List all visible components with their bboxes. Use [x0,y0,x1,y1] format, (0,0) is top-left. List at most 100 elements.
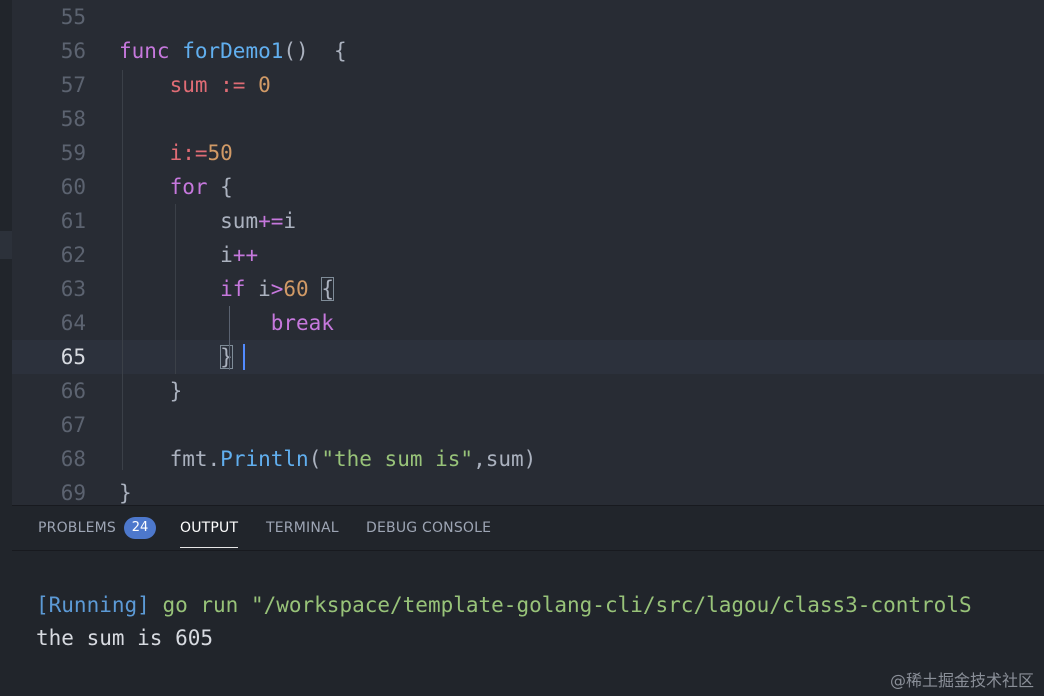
problems-count-badge: 24 [124,517,156,539]
line-number: 61 [60,209,86,233]
code-line[interactable]: 61 sum+=i [12,204,1044,238]
indent-guide [229,306,230,370]
line-number: 67 [60,413,86,437]
code-line[interactable]: 59 i:=50 [12,136,1044,170]
line-number: 63 [60,277,86,301]
code-token: sum [169,73,208,97]
output-result-line: the sum is 605 [36,626,214,650]
bottom-panel: PROBLEMS 24 OUTPUT TERMINAL DEBUG CONSOL… [12,505,1044,696]
tab-terminal[interactable]: TERMINAL [266,506,339,550]
text-cursor [243,344,245,370]
code-text: for { [119,170,233,204]
code-token: break [270,311,334,335]
code-token: sum [220,209,259,233]
code-token: > [270,277,284,301]
code-line[interactable]: 63 if i>60 { [12,272,1044,306]
tab-debug-console[interactable]: DEBUG CONSOLE [366,506,491,550]
code-text: sum := 0 [119,68,271,102]
code-text: if i>60 { [119,272,335,306]
tab-output[interactable]: OUTPUT [180,506,239,550]
output-running-line: [Running] go run "/workspace/template-go… [36,589,972,621]
code-token: i [220,243,233,267]
matched-bracket: } [220,345,233,369]
code-token: forDemo1 [182,39,284,63]
line-number: 65 [60,345,86,369]
matched-bracket: { [321,277,335,301]
tab-terminal-label: TERMINAL [266,520,339,536]
code-line[interactable]: 60 for { [12,170,1044,204]
line-number: 68 [60,447,86,471]
code-token: func [119,39,170,63]
activity-bar-highlight [0,231,12,259]
code-text: } [119,476,132,505]
panel-tab-bar: PROBLEMS 24 OUTPUT TERMINAL DEBUG CONSOL… [12,506,1044,550]
code-token: if [220,277,246,301]
line-number: 66 [60,379,86,403]
tab-problems[interactable]: PROBLEMS [38,506,116,550]
code-text: i:=50 [119,136,233,170]
line-number: 57 [60,73,86,97]
run-command: go run "/workspace/template-golang-cli/s… [149,593,972,617]
code-token: ,sum) [473,447,537,471]
code-token: 0 [258,73,271,97]
code-text: } [119,374,183,408]
code-token: } [169,379,183,403]
tab-debug-console-label: DEBUG CONSOLE [366,520,492,536]
code-line[interactable]: 66 } [12,374,1044,408]
line-number: 55 [60,5,86,29]
line-number: 69 [60,481,86,505]
code-text: fmt.Println("the sum is",sum) [119,442,537,476]
code-token: . [207,447,221,471]
code-token: } [119,481,132,505]
code-token: () { [283,39,347,63]
code-token: "the sum is" [321,447,474,471]
code-line[interactable]: 64 break [12,306,1044,340]
code-token: i [169,141,183,165]
code-text: func forDemo1() { [119,34,347,68]
code-token: 50 [207,141,233,165]
code-line[interactable]: 62 i++ [12,238,1044,272]
code-editor[interactable]: 55 56 func forDemo1() {57 sum := 0 58 59 i:=… [12,0,1044,505]
code-line[interactable]: 56 func forDemo1() { [12,34,1044,68]
code-line[interactable]: 55 [12,0,1044,34]
code-line[interactable]: 65 } [12,340,1044,374]
line-number: 62 [60,243,86,267]
code-token: fmt [169,447,208,471]
code-text: sum+=i [119,204,296,238]
line-number: 56 [60,39,86,63]
indent-guide [175,204,176,374]
code-line[interactable]: 67 [12,408,1044,442]
code-line[interactable]: 68 fmt.Println("the sum is",sum) [12,442,1044,476]
code-token: ( [308,447,322,471]
code-token: i [283,209,297,233]
code-token: := [182,141,208,165]
watermark: @稀土掘金技术社区 [889,671,1034,690]
code-token: 60 [283,277,309,301]
line-number: 58 [60,107,86,131]
running-tag: [Running] [36,593,150,617]
code-token: for [169,175,208,199]
code-token: ++ [232,243,259,267]
line-number: 60 [60,175,86,199]
code-line[interactable]: 69} [12,476,1044,505]
activity-bar-edge [0,0,12,696]
line-number: 64 [60,311,86,335]
indent-guide [122,70,123,470]
code-line[interactable]: 57 sum := 0 [12,68,1044,102]
code-line[interactable]: 58 [12,102,1044,136]
tab-problems-label: PROBLEMS [38,520,117,536]
tab-output-label: OUTPUT [180,520,239,536]
code-token: += [258,209,284,233]
line-number: 59 [60,141,86,165]
code-text: break [119,306,334,340]
